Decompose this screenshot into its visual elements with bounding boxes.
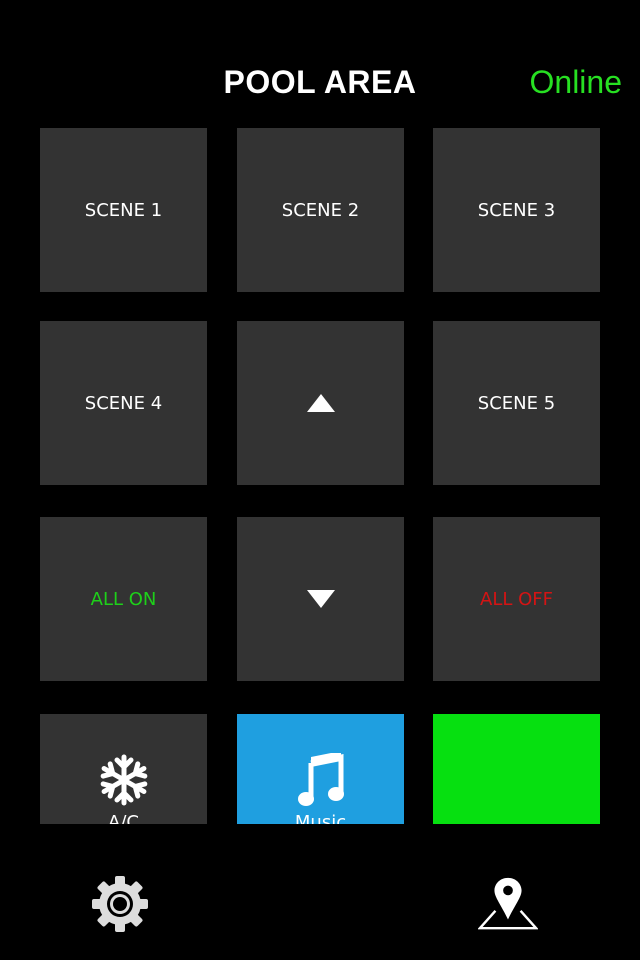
triangle-down-icon: [306, 590, 335, 608]
settings-button[interactable]: [90, 874, 150, 934]
gear-icon: [92, 876, 148, 932]
scene-1-button[interactable]: SCENE 1: [40, 128, 207, 292]
location-button[interactable]: [478, 874, 538, 934]
down-button[interactable]: [237, 517, 404, 681]
chandelier-button[interactable]: CHANDELIER: [433, 714, 600, 824]
scene-1-label: SCENE 1: [84, 199, 163, 221]
all-off-label: ALL OFF: [480, 588, 553, 610]
control-grid: SCENE 1 SCENE 2 SCENE 3 SCENE 4 SCENE 5 …: [40, 128, 600, 824]
scene-2-label: SCENE 2: [281, 199, 360, 221]
all-off-button[interactable]: ALL OFF: [433, 517, 600, 681]
scene-4-label: SCENE 4: [84, 392, 163, 414]
music-label: Music: [294, 812, 347, 824]
music-note-icon: [297, 752, 345, 808]
scene-5-label: SCENE 5: [477, 392, 556, 414]
scene-5-button[interactable]: SCENE 5: [433, 321, 600, 485]
scene-4-button[interactable]: SCENE 4: [40, 321, 207, 485]
up-button[interactable]: [237, 321, 404, 485]
all-on-button[interactable]: ALL ON: [40, 517, 207, 681]
scene-3-label: SCENE 3: [477, 199, 556, 221]
map-pin-icon: [478, 877, 538, 930]
snowflake-icon: [97, 752, 151, 808]
scene-2-button[interactable]: SCENE 2: [237, 128, 404, 292]
ac-label: A/C: [108, 812, 139, 824]
connection-status: Online: [529, 64, 623, 100]
triangle-up-icon: [306, 394, 335, 412]
all-on-label: ALL ON: [90, 588, 157, 610]
music-button[interactable]: Music: [237, 714, 404, 824]
ac-button[interactable]: A/C: [40, 714, 207, 824]
scene-3-button[interactable]: SCENE 3: [433, 128, 600, 292]
